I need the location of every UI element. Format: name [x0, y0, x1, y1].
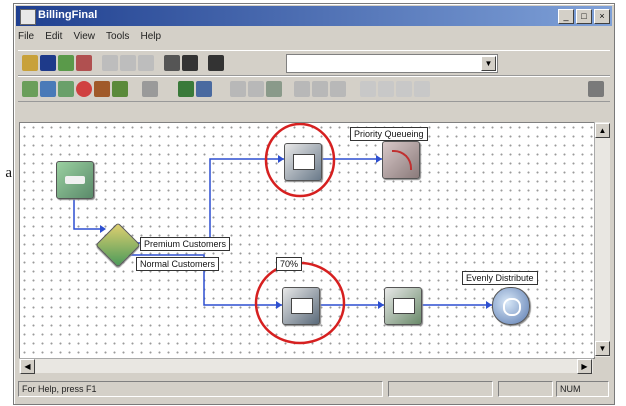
status-num-indicator: NUM	[556, 381, 609, 397]
title-bar: BillingFinal _ □ ×	[16, 6, 612, 26]
label-evenly-distribute[interactable]: Evenly Distribute	[462, 271, 538, 285]
arrowhead	[100, 225, 106, 233]
menu-tools[interactable]: Tools	[106, 31, 129, 42]
secondary-process-node[interactable]	[384, 287, 422, 325]
chevron-down-icon[interactable]: ▼	[481, 56, 496, 71]
flow-icon[interactable]	[22, 81, 38, 97]
monitor-icon	[393, 298, 415, 314]
label-priority-queueing[interactable]: Priority Queueing	[350, 127, 428, 141]
monitor-icon	[291, 298, 313, 314]
menu-bar: File Edit View Tools Help	[18, 30, 169, 46]
align-left-icon[interactable]	[230, 81, 246, 97]
same-width-icon[interactable]	[396, 81, 412, 97]
status-help-text: For Help, press F1	[18, 381, 383, 397]
space-horizontal-icon[interactable]	[360, 81, 376, 97]
cut-icon[interactable]	[102, 55, 118, 71]
maximize-button[interactable]: □	[576, 9, 592, 24]
undo-icon[interactable]	[312, 81, 328, 97]
space-vertical-icon[interactable]	[378, 81, 394, 97]
premium-process-node[interactable]	[284, 143, 322, 181]
edge-router-to-premium-node	[128, 158, 284, 244]
bucket-icon[interactable]	[94, 81, 110, 97]
application-window: BillingFinal _ □ × File Edit View Tools …	[13, 3, 615, 405]
app-icon	[20, 9, 36, 25]
label-percent[interactable]: 70%	[276, 257, 303, 271]
menu-help[interactable]: Help	[140, 31, 161, 42]
percent-process-node[interactable]	[282, 287, 320, 325]
priority-queue-node[interactable]	[382, 141, 420, 179]
scroll-up-icon[interactable]: ▲	[595, 123, 610, 138]
menu-view[interactable]: View	[73, 31, 95, 42]
link-icon[interactable]	[178, 81, 194, 97]
align-center-icon[interactable]	[248, 81, 264, 97]
redo-icon[interactable]	[330, 81, 346, 97]
search-combo[interactable]: ▼	[286, 54, 498, 73]
layout-icon[interactable]	[294, 81, 310, 97]
scroll-down-icon[interactable]: ▼	[595, 341, 610, 356]
close-button[interactable]: ×	[594, 9, 610, 24]
align-bottom-icon[interactable]	[266, 81, 282, 97]
horizontal-scrollbar[interactable]: ◀ ▶	[19, 358, 593, 374]
binoculars-icon[interactable]	[208, 55, 224, 71]
status-panel-empty	[388, 381, 493, 397]
label-normal-customers[interactable]: Normal Customers	[136, 257, 220, 271]
grid-icon[interactable]	[40, 81, 56, 97]
status-panel-empty-2	[498, 381, 553, 397]
paste-icon[interactable]	[138, 55, 154, 71]
find-icon[interactable]	[182, 55, 198, 71]
start-icon	[65, 176, 85, 184]
connector-icon[interactable]	[58, 81, 74, 97]
window-title: BillingFinal	[38, 9, 98, 21]
open-icon[interactable]	[22, 55, 38, 71]
bottle-icon[interactable]	[58, 55, 74, 71]
start-node[interactable]	[56, 161, 94, 199]
zoom-icon[interactable]	[196, 81, 212, 97]
figure-caption: a	[5, 165, 12, 181]
stop-icon[interactable]	[76, 81, 92, 97]
queue-icon	[392, 150, 412, 170]
monitor-icon	[293, 154, 315, 170]
properties-icon[interactable]	[142, 81, 158, 97]
save-icon[interactable]	[40, 55, 56, 71]
scroll-right-icon[interactable]: ▶	[577, 359, 592, 374]
flag-icon[interactable]	[112, 81, 128, 97]
menu-edit[interactable]: Edit	[45, 31, 62, 42]
distribute-node[interactable]	[492, 287, 530, 325]
minimize-button[interactable]: _	[558, 9, 574, 24]
print-icon[interactable]	[164, 55, 180, 71]
diagram-canvas[interactable]: Premium Customers Normal Customers Prior…	[19, 122, 595, 359]
menu-file[interactable]: File	[18, 31, 34, 42]
standard-toolbar: ▼	[18, 50, 610, 76]
vertical-scrollbar[interactable]: ▲ ▼	[594, 122, 610, 357]
wand-icon[interactable]	[76, 55, 92, 71]
scroll-left-icon[interactable]: ◀	[20, 359, 35, 374]
percent-icon[interactable]	[588, 81, 604, 97]
distribute-icon	[503, 298, 521, 316]
status-bar: For Help, press F1 NUM	[18, 379, 610, 397]
same-height-icon[interactable]	[414, 81, 430, 97]
label-premium-customers[interactable]: Premium Customers	[140, 237, 231, 251]
drawing-toolbar	[18, 76, 610, 102]
copy-icon[interactable]	[120, 55, 136, 71]
